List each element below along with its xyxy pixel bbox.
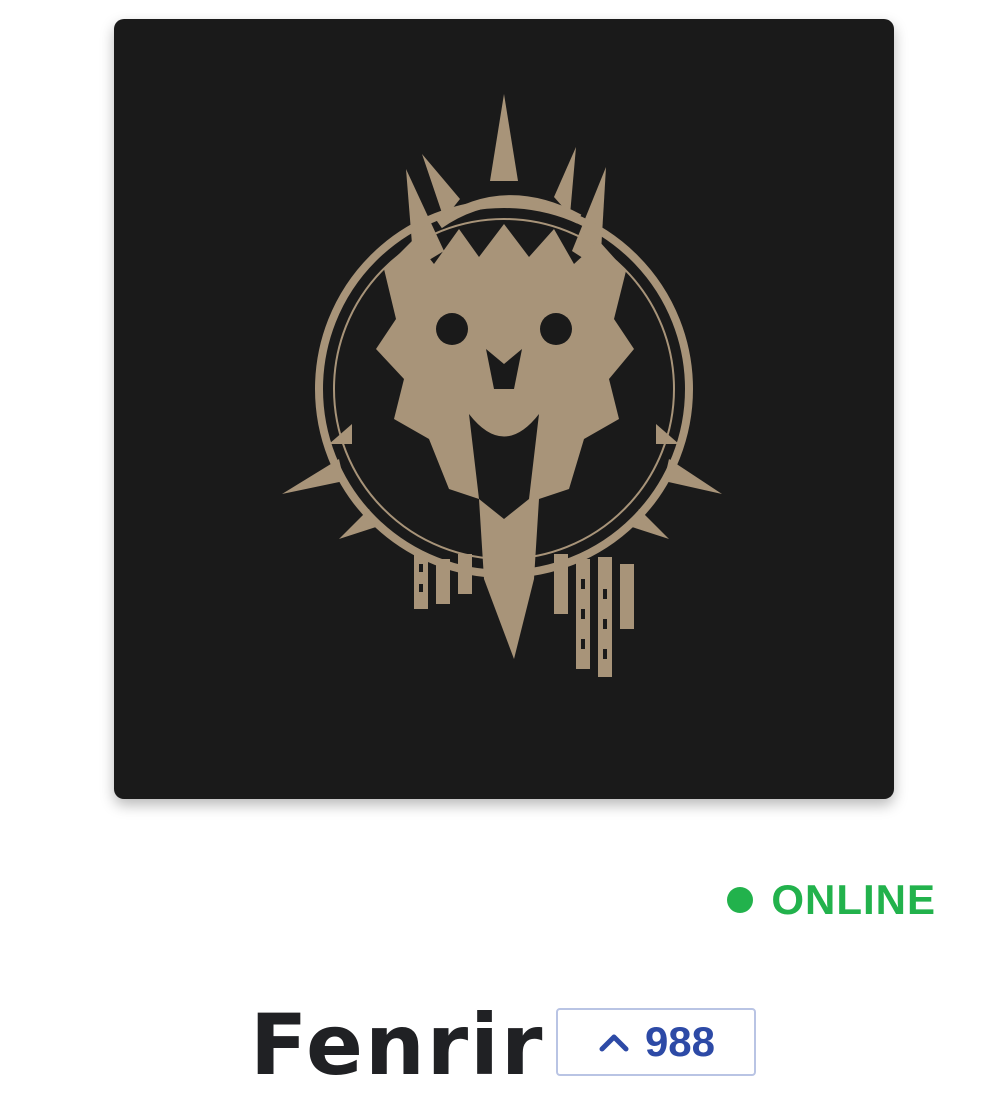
upvote-button[interactable]: 988 [556,1008,756,1076]
username: Fenrir [250,996,545,1094]
status-label: ONLINE [771,876,936,923]
profile-header: Fenrir 988 [0,995,1006,1095]
chevron-up-icon [599,1034,629,1052]
avatar-image [114,19,894,799]
wolf-emblem-artwork [282,94,722,677]
status-dot-icon [727,887,754,913]
upvote-count: 988 [644,1018,716,1065]
online-status: ONLINE [727,876,936,924]
